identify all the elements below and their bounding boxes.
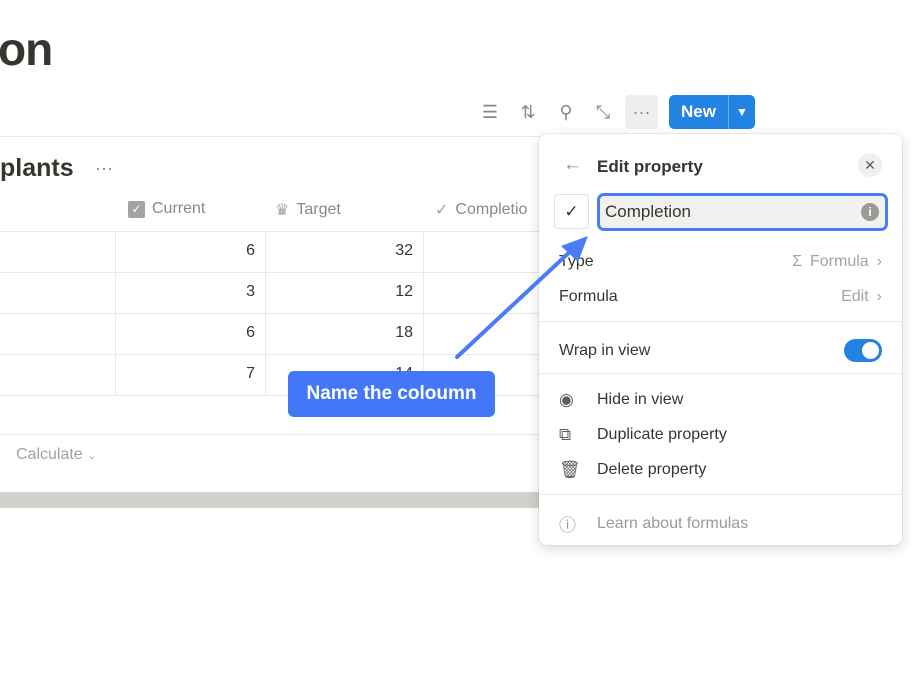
annotation-arrow bbox=[455, 236, 588, 359]
annotation-bubble: Name the coloumn bbox=[288, 371, 495, 417]
